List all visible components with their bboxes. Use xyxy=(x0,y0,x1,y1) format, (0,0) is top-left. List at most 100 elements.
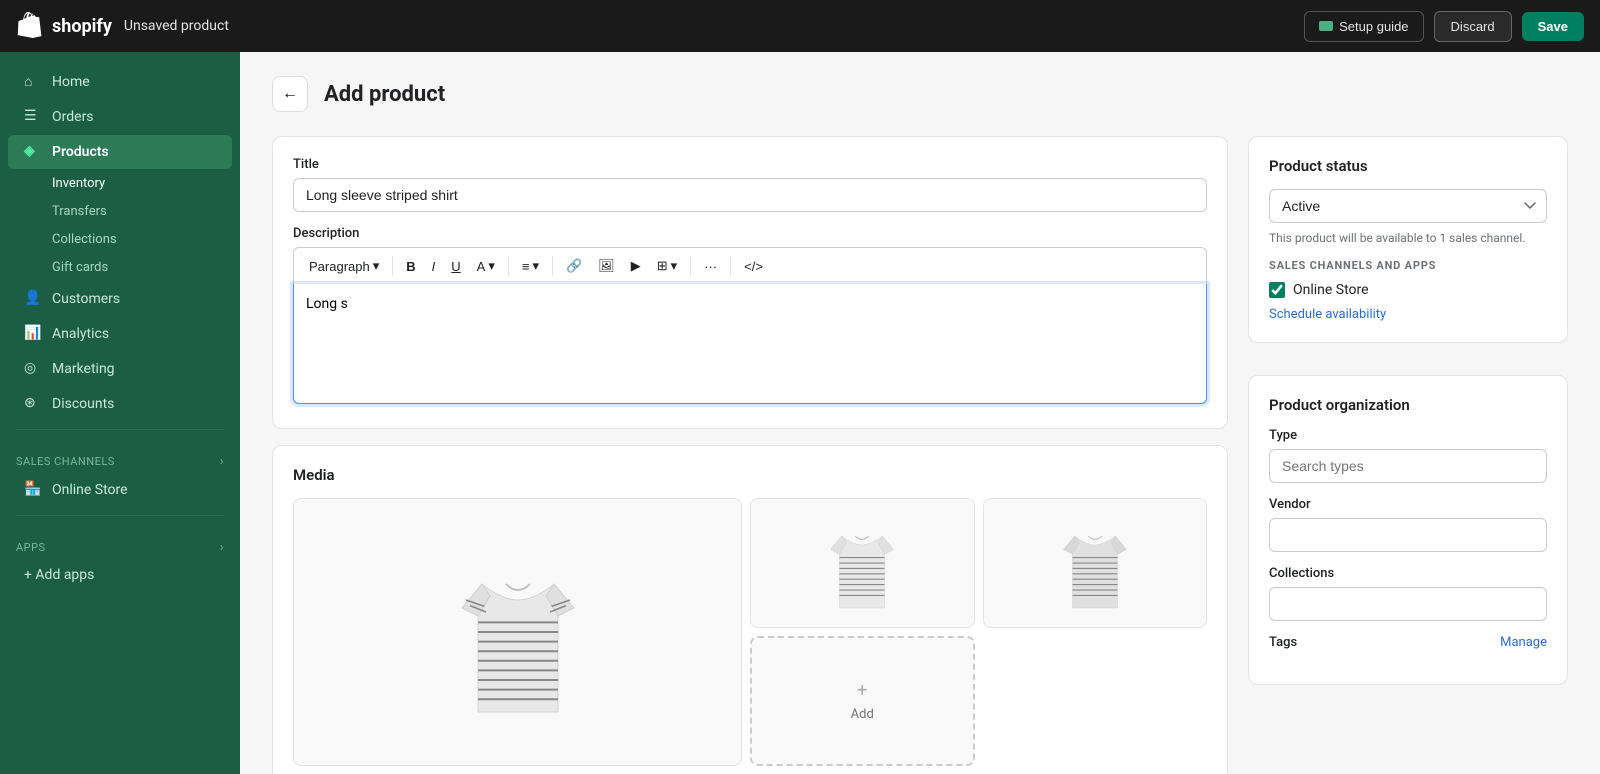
discard-button[interactable]: Discard xyxy=(1434,11,1512,42)
save-button[interactable]: Save xyxy=(1522,12,1584,41)
italic-button[interactable]: I xyxy=(425,255,443,278)
sidebar-subitem-inventory[interactable]: Inventory xyxy=(8,170,232,197)
chevron-right-icon: › xyxy=(220,454,224,468)
sidebar-subitem-transfers[interactable]: Transfers xyxy=(8,198,232,225)
chevron-down-icon-2: ▾ xyxy=(488,258,495,274)
topbar: shopify Unsaved product Setup guide Disc… xyxy=(0,0,1600,52)
media-item-large[interactable] xyxy=(293,498,742,766)
more-button[interactable]: ··· xyxy=(697,255,724,278)
toolbar-separator-1 xyxy=(392,256,393,276)
text-color-button[interactable]: A ▾ xyxy=(470,254,502,278)
sidebar-item-home[interactable]: ⌂ Home xyxy=(8,65,232,99)
logo-text: shopify xyxy=(52,16,112,37)
shirt-svg-large xyxy=(438,532,598,732)
sidebar-item-customers[interactable]: 👤 Customers xyxy=(8,282,232,316)
sidebar-label-home: Home xyxy=(52,74,90,90)
tags-manage-link[interactable]: Manage xyxy=(1500,635,1547,650)
shirt-svg-small-2 xyxy=(1050,508,1140,618)
tags-label: Tags xyxy=(1269,635,1297,650)
sidebar-divider-2 xyxy=(16,515,224,516)
sidebar-section-sales-channels: Sales channels › xyxy=(0,438,240,472)
layout: ⌂ Home ☰ Orders ◈ Products Inventory Tra… xyxy=(0,52,1600,774)
sidebar-subitem-gift-cards[interactable]: Gift cards xyxy=(8,254,232,281)
plus-icon: + xyxy=(857,680,867,701)
product-status-title: Product status xyxy=(1269,157,1547,175)
flag-icon xyxy=(1319,21,1333,31)
sidebar-divider xyxy=(16,429,224,430)
title-label: Title xyxy=(293,157,1207,172)
sidebar-label-online-store: Online Store xyxy=(52,482,128,498)
products-icon: ◈ xyxy=(24,143,42,161)
online-store-label: Online Store xyxy=(1293,282,1369,298)
description-textarea[interactable]: Long s xyxy=(293,284,1207,404)
media-grid: + Add xyxy=(293,498,1207,766)
shopify-logo: shopify xyxy=(16,12,112,40)
chevron-down-icon: ▾ xyxy=(373,258,380,274)
sidebar-label-customers: Customers xyxy=(52,291,120,307)
link-button[interactable]: 🔗 xyxy=(559,254,589,278)
sidebar-item-add-apps[interactable]: + Add apps xyxy=(8,559,232,591)
page-header: ← Add product xyxy=(272,76,1568,112)
title-input[interactable] xyxy=(293,178,1207,212)
type-label: Type xyxy=(1269,428,1547,443)
collections-input[interactable] xyxy=(1269,587,1547,621)
status-select[interactable]: Active Draft xyxy=(1269,189,1547,223)
table-button[interactable]: ⊞ ▾ xyxy=(650,254,684,278)
align-button[interactable]: ≡ ▾ xyxy=(515,254,546,278)
topbar-page-title: Unsaved product xyxy=(124,18,229,34)
underline-button[interactable]: U xyxy=(444,255,467,278)
discounts-icon: ⊛ xyxy=(24,395,42,413)
image-button[interactable]: 🖼 xyxy=(591,254,622,278)
sidebar-item-analytics[interactable]: 📊 Analytics xyxy=(8,317,232,351)
paragraph-dropdown[interactable]: Paragraph ▾ xyxy=(302,254,386,278)
sidebar-item-online-store[interactable]: 🏪 Online Store xyxy=(8,473,232,507)
vendor-field-group: Vendor xyxy=(1269,497,1547,552)
sidebar-item-orders[interactable]: ☰ Orders xyxy=(8,100,232,134)
sidebar-item-products[interactable]: ◈ Products xyxy=(8,135,232,169)
media-add-button[interactable]: + Add xyxy=(750,636,975,766)
toolbar-separator-5 xyxy=(730,256,731,276)
sidebar-label-products: Products xyxy=(52,144,109,160)
marketing-icon: ◎ xyxy=(24,360,42,378)
bold-button[interactable]: B xyxy=(399,255,422,278)
collections-label: Collections xyxy=(1269,566,1547,581)
customers-icon: 👤 xyxy=(24,290,42,308)
sidebar-label-discounts: Discounts xyxy=(52,396,114,412)
vendor-input[interactable] xyxy=(1269,518,1547,552)
online-store-checkbox[interactable] xyxy=(1269,282,1285,298)
sidebar-item-marketing[interactable]: ◎ Marketing xyxy=(8,352,232,386)
media-item-small-2[interactable] xyxy=(983,498,1208,628)
tags-field-group: Tags Manage xyxy=(1269,635,1547,650)
sales-channels-label: SALES CHANNELS AND APPS xyxy=(1269,259,1547,272)
table-icon: ⊞ xyxy=(657,258,668,274)
content-grid: Title Description Paragraph ▾ xyxy=(272,136,1568,774)
chevron-down-icon-4: ▾ xyxy=(671,258,678,274)
media-item-small-1[interactable] xyxy=(750,498,975,628)
toolbar-separator-4 xyxy=(690,256,691,276)
media-card: Media xyxy=(272,445,1228,774)
sidebar-label-orders: Orders xyxy=(52,109,94,125)
product-org-title: Product organization xyxy=(1269,396,1547,414)
store-icon: 🏪 xyxy=(24,481,42,499)
vendor-label: Vendor xyxy=(1269,497,1547,512)
type-field-group: Type xyxy=(1269,428,1547,483)
type-input[interactable] xyxy=(1269,449,1547,483)
home-icon: ⌂ xyxy=(24,73,42,91)
tags-row: Tags Manage xyxy=(1269,635,1547,650)
collections-field-group: Collections xyxy=(1269,566,1547,621)
topbar-right: Setup guide Discard Save xyxy=(1304,11,1584,42)
product-status-card: Product status Active Draft This product… xyxy=(1248,136,1568,343)
media-title: Media xyxy=(293,466,1207,484)
sidebar-label-analytics: Analytics xyxy=(52,326,109,342)
sidebar-label-marketing: Marketing xyxy=(52,361,115,377)
title-field-group: Title xyxy=(293,157,1207,212)
sidebar-subitem-collections[interactable]: Collections xyxy=(8,226,232,253)
status-hint: This product will be available to 1 sale… xyxy=(1269,231,1547,245)
video-button[interactable]: ▶ xyxy=(624,254,648,278)
setup-guide-button[interactable]: Setup guide xyxy=(1304,11,1423,42)
online-store-checkbox-row: Online Store xyxy=(1269,282,1547,298)
code-button[interactable]: </> xyxy=(737,255,770,278)
schedule-availability-link[interactable]: Schedule availability xyxy=(1269,307,1386,322)
back-button[interactable]: ← xyxy=(272,76,308,112)
sidebar-item-discounts[interactable]: ⊛ Discounts xyxy=(8,387,232,421)
